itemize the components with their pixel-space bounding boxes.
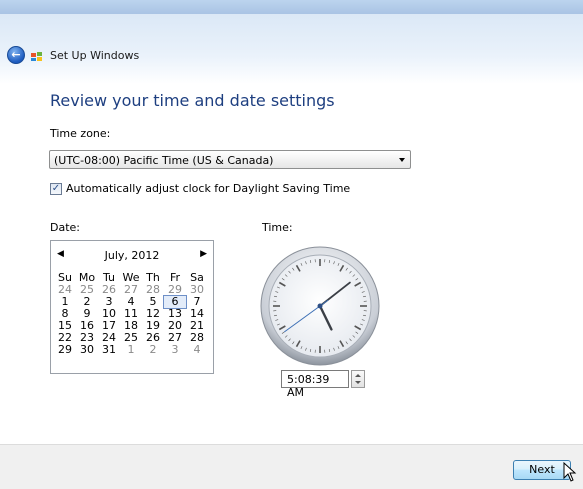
calendar-day[interactable]: 29 <box>54 344 76 356</box>
time-input[interactable]: 5:08:39 AM <box>281 370 349 388</box>
calendar-day[interactable]: 3 <box>164 344 186 356</box>
window-top-bar <box>0 0 583 14</box>
calendar-day[interactable]: 31 <box>98 344 120 356</box>
clock-center <box>318 304 323 309</box>
window-title: Set Up Windows <box>50 49 139 62</box>
analog-clock <box>259 245 381 367</box>
page-title: Review your time and date settings <box>50 91 335 110</box>
timezone-label: Time zone: <box>50 127 110 140</box>
dst-checkbox-label[interactable]: Automatically adjust clock for Daylight … <box>66 182 350 195</box>
calendar-month-title[interactable]: July, 2012 <box>51 249 213 262</box>
time-value: 5:08:39 AM <box>287 373 348 399</box>
spinner-up-icon[interactable] <box>355 374 361 377</box>
checkmark-icon: ✓ <box>52 183 60 194</box>
footer-bar <box>0 444 583 489</box>
timezone-dropdown[interactable]: (UTC-08:00) Pacific Time (US & Canada) <box>49 150 411 169</box>
calendar-next-month-icon[interactable]: ▶ <box>200 249 207 259</box>
timezone-selected-value: (UTC-08:00) Pacific Time (US & Canada) <box>54 154 273 167</box>
back-arrow-icon: ← <box>11 48 20 61</box>
dst-checkbox[interactable]: ✓ <box>50 183 62 195</box>
date-label: Date: <box>50 221 80 234</box>
calendar-day[interactable]: 2 <box>142 344 164 356</box>
mouse-cursor-icon <box>563 462 577 482</box>
calendar-grid: SuMoTuWeThFrSa24252627282930123456789101… <box>54 272 210 356</box>
chevron-down-icon <box>399 158 405 162</box>
calendar: ◀ July, 2012 ▶ SuMoTuWeThFrSa24252627282… <box>50 240 214 374</box>
time-label: Time: <box>262 221 293 234</box>
calendar-day[interactable]: 30 <box>76 344 98 356</box>
time-spinner[interactable] <box>351 370 365 388</box>
calendar-day[interactable]: 4 <box>186 344 208 356</box>
back-button[interactable]: ← <box>7 46 25 64</box>
spinner-down-icon[interactable] <box>355 381 361 384</box>
calendar-day[interactable]: 1 <box>120 344 142 356</box>
windows-setup-icon <box>30 50 44 62</box>
